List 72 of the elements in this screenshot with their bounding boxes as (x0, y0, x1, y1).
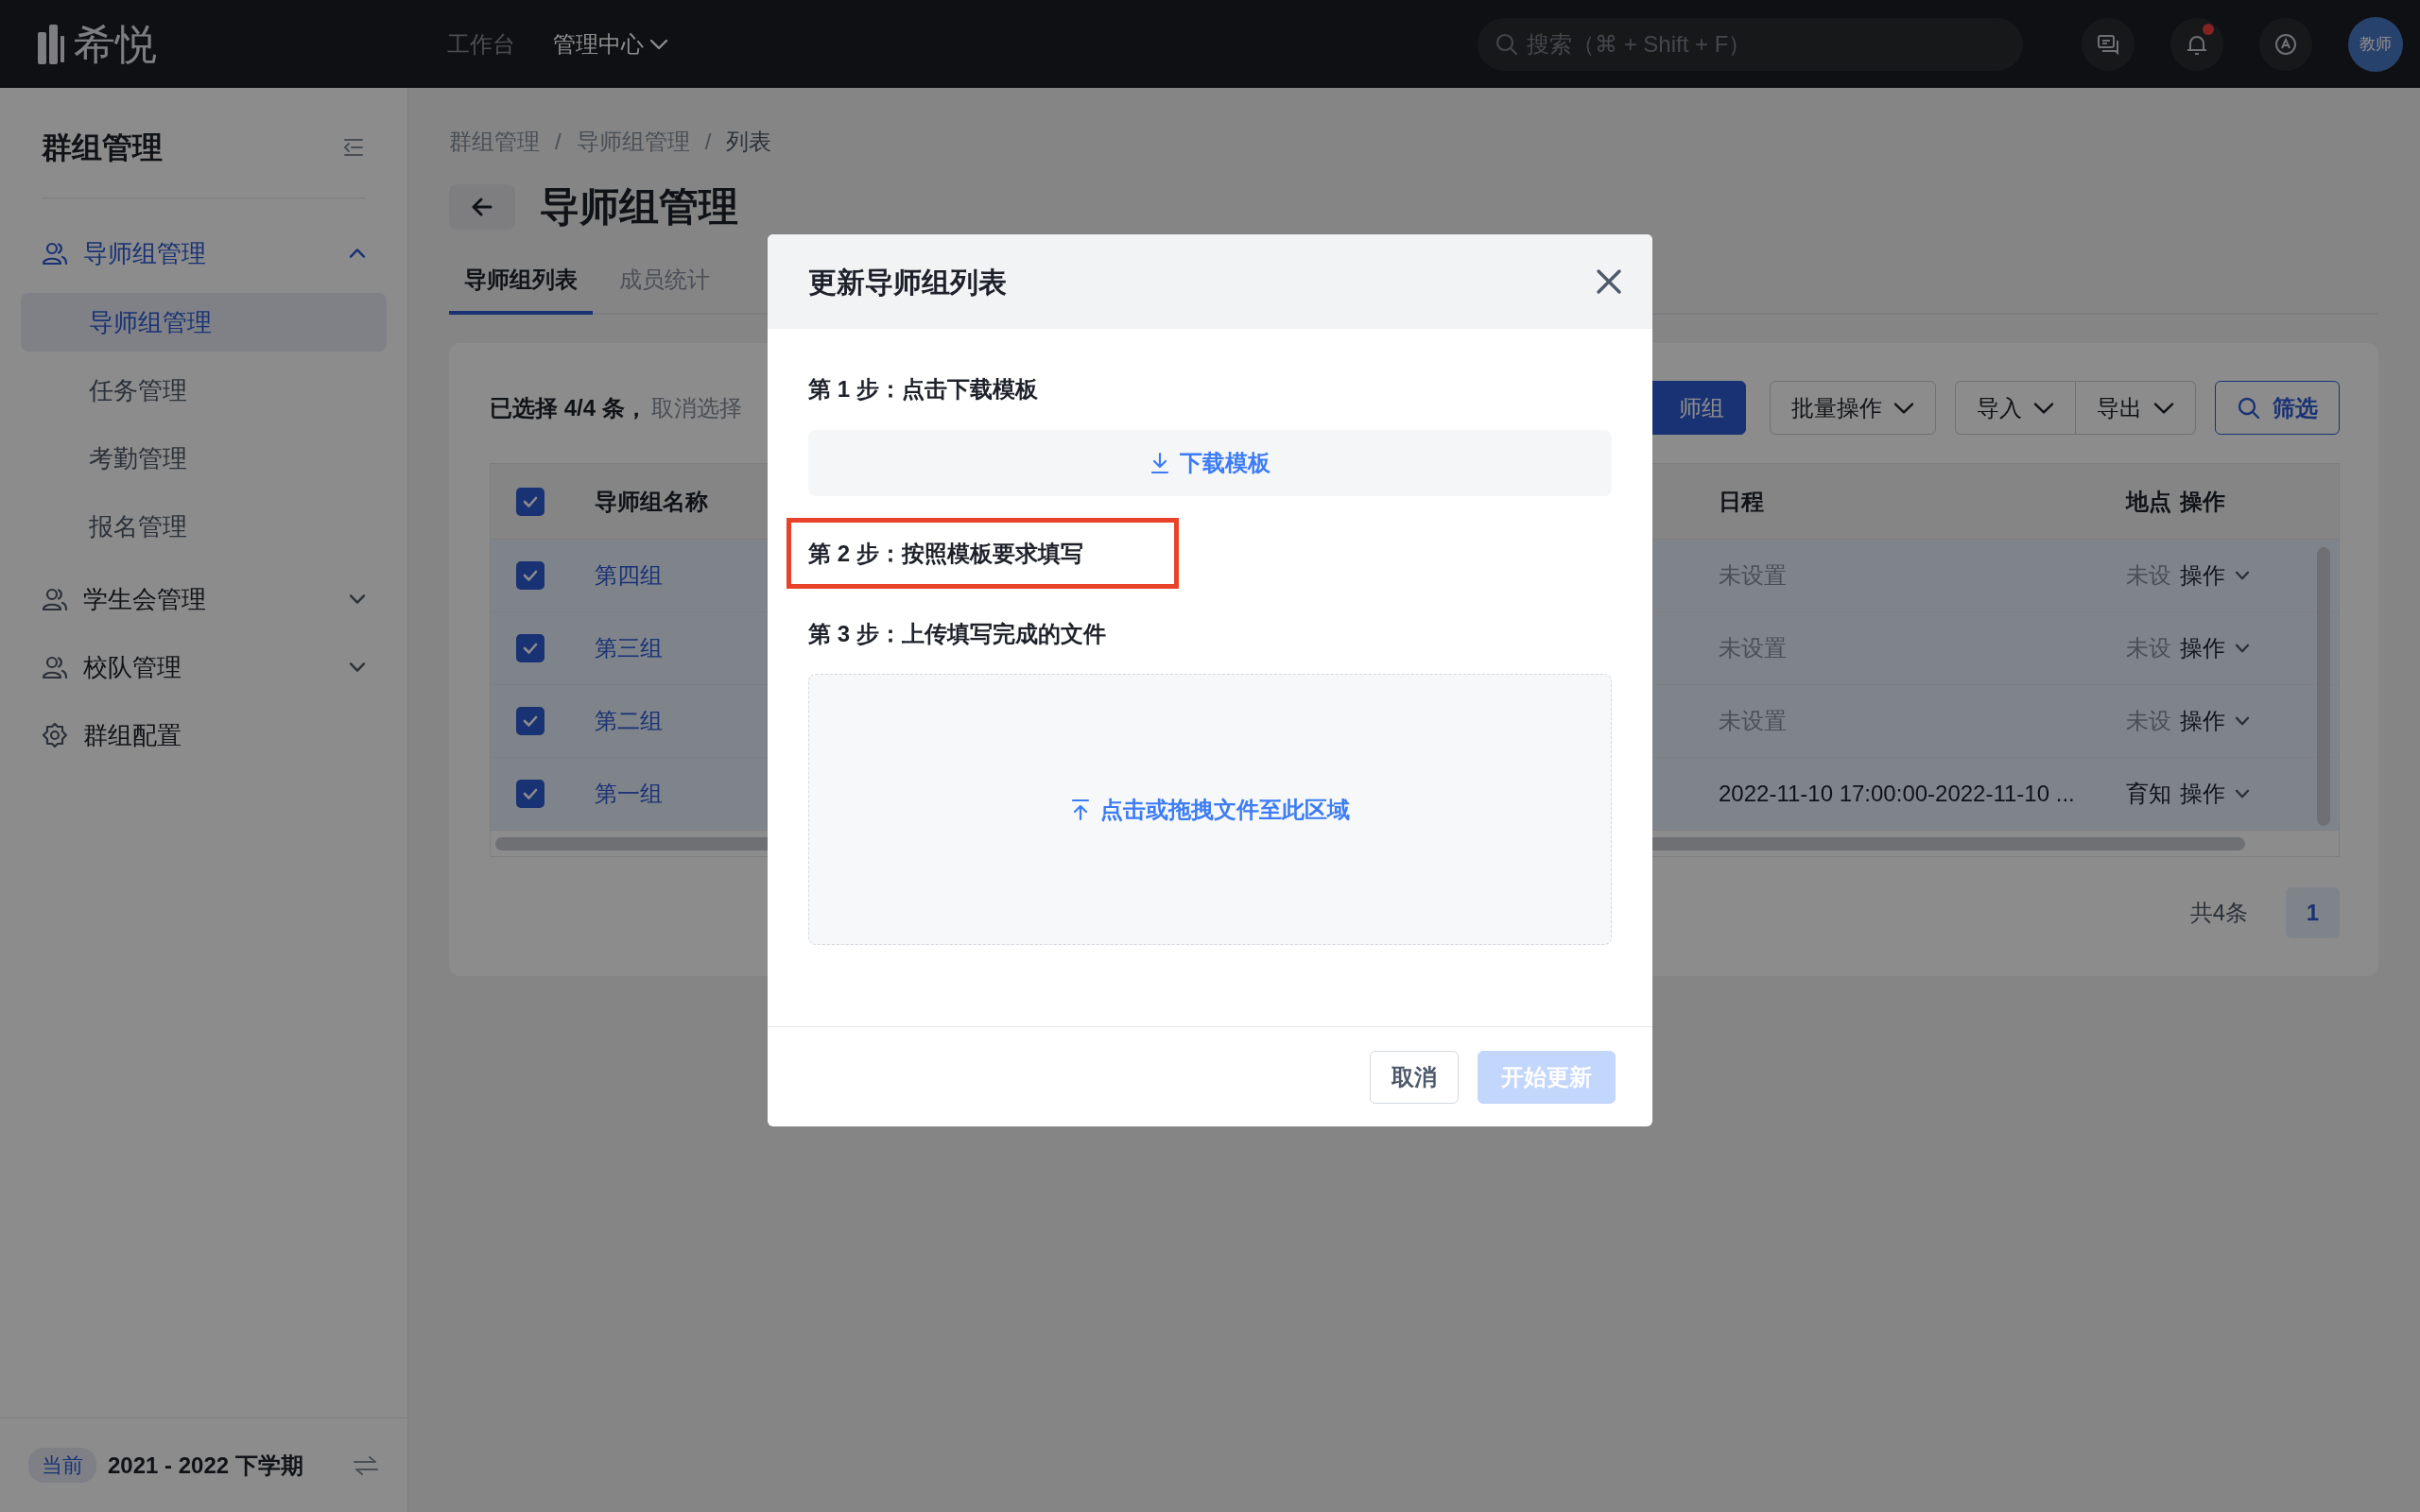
menu-item[interactable]: 学生会管理 (0, 565, 407, 633)
cancel-button[interactable]: 取消 (1370, 1050, 1459, 1104)
page-button[interactable]: 1 (2286, 887, 2340, 938)
dropdown-button[interactable]: 导出 (2076, 381, 2196, 435)
step-label: 第 2 步：按照模板要求填写 (808, 539, 1083, 568)
breadcrumb-separator: / (704, 128, 712, 156)
page-title: 导师组管理 (540, 182, 738, 231)
row-checkbox[interactable] (516, 780, 544, 808)
breadcrumb-separator: / (555, 128, 562, 156)
dialog-title: 更新导师组列表 (808, 265, 1007, 300)
download-template-button[interactable]: 下载模板 (1144, 445, 1276, 481)
cancel-selection-link[interactable]: 取消选择 (650, 390, 742, 425)
menu-item[interactable]: 群组配置 (0, 701, 407, 769)
term-badge: 当前 (28, 1448, 96, 1483)
submenu-item[interactable]: 报名管理 (21, 497, 387, 556)
action-dropdown[interactable]: 操作 (2180, 777, 2308, 811)
breadcrumb-item[interactable]: 导师组管理 (576, 125, 690, 159)
filter-button[interactable]: 筛选 (2215, 381, 2340, 435)
switch-icon[interactable] (353, 1453, 379, 1477)
tab[interactable]: 成员统计 (604, 249, 725, 315)
step-label: 第 1 步：点击下载模板 (808, 375, 1039, 404)
action-dropdown[interactable]: 操作 (2180, 704, 2308, 738)
dropdown-button[interactable]: 导入 (1955, 381, 2076, 435)
term-label: 2021 - 2022 下学期 (108, 1451, 303, 1480)
row-checkbox[interactable] (516, 561, 544, 590)
group-name-link[interactable]: 第二组 (595, 708, 663, 733)
upload-hint: 点击或拖拽文件至此区域 (1100, 795, 1350, 824)
download-icon (1150, 452, 1170, 474)
dropdown-button[interactable]: 批量操作 (1770, 381, 1936, 435)
circle-a-icon (2273, 31, 2298, 57)
total-count: 共4条 (2189, 899, 2248, 927)
logo-text: 希悦 (74, 19, 157, 69)
select-all-checkbox[interactable] (516, 487, 544, 516)
group-name-link[interactable]: 第一组 (595, 781, 663, 806)
step-label: 第 3 步：上传填写完成的文件 (808, 620, 1107, 648)
group-name-link[interactable]: 第四组 (595, 562, 663, 588)
people-icon (42, 240, 68, 266)
action-dropdown[interactable]: 操作 (2180, 631, 2308, 665)
gear-icon (42, 722, 68, 748)
nav-item[interactable]: 管理中心 (553, 26, 668, 61)
column-header: 地点 (2126, 488, 2171, 514)
logo-icon (38, 22, 66, 66)
menu-item[interactable]: 导师组管理 (0, 219, 407, 287)
sidebar-title: 群组管理 (42, 129, 163, 166)
submenu-item[interactable]: 任务管理 (21, 361, 387, 420)
upload-dropzone[interactable]: 点击或拖拽文件至此区域 (808, 674, 1612, 945)
back-button[interactable] (449, 184, 515, 230)
search-icon (1495, 31, 1519, 57)
submenu-item[interactable]: 考勤管理 (21, 429, 387, 488)
row-checkbox[interactable] (516, 707, 544, 735)
column-header: 操作 (2180, 488, 2225, 514)
people-icon (42, 586, 68, 612)
nav-item[interactable]: 工作台 (447, 26, 515, 61)
row-checkbox[interactable] (516, 634, 544, 662)
column-header: 导师组名称 (595, 488, 708, 514)
tab[interactable]: 导师组列表 (449, 249, 593, 315)
table-cell: 2022-11-10 17:00:00-2022-11-10 ... (1719, 781, 2075, 806)
avatar[interactable]: 教师 (2348, 16, 2403, 72)
submenu-item[interactable]: 导师组管理 (21, 293, 387, 352)
menu-item[interactable]: 校队管理 (0, 633, 407, 701)
column-header: 日程 (1719, 488, 1764, 514)
people-icon (42, 654, 68, 680)
upload-icon (1070, 798, 1091, 821)
search-icon (2237, 395, 2261, 421)
close-icon (1596, 268, 1622, 295)
action-dropdown[interactable]: 操作 (2180, 558, 2308, 593)
breadcrumb-item: 列表 (726, 128, 772, 156)
group-name-link[interactable]: 第三组 (595, 635, 663, 661)
close-button[interactable] (1596, 268, 1622, 295)
selection-count: 已选择 4/4 条， (490, 393, 648, 422)
table-cell: 育知 (2126, 781, 2171, 806)
breadcrumb-item[interactable]: 群组管理 (449, 125, 540, 159)
